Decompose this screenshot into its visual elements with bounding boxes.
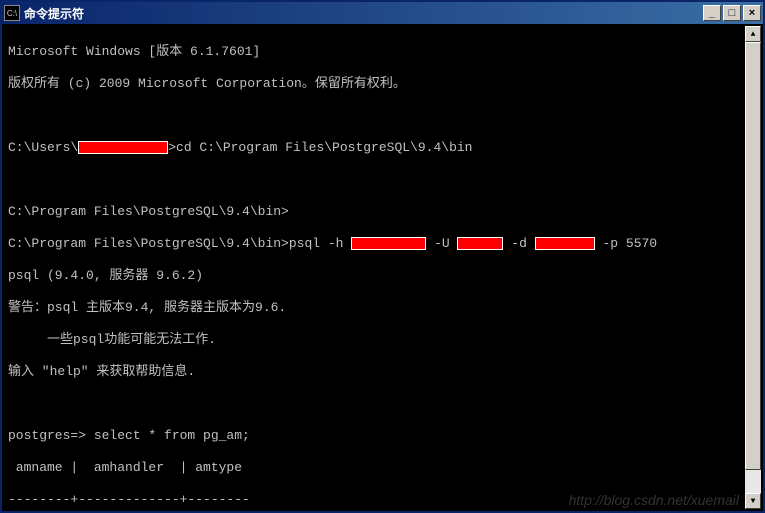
output-line: psql (9.4.0, 服务器 9.6.2)	[8, 268, 757, 284]
scroll-thumb[interactable]	[745, 42, 761, 470]
terminal-output[interactable]: Microsoft Windows [版本 6.1.7601] 版权所有 (c)…	[2, 24, 763, 511]
redacted-db	[535, 237, 595, 250]
command-text: >cd C:\Program Files\PostgreSQL\9.4\bin	[168, 140, 472, 155]
window-title: 命令提示符	[24, 5, 84, 22]
cmd-icon: C:\	[4, 5, 20, 21]
titlebar[interactable]: C:\ 命令提示符 _ □ ×	[2, 2, 763, 24]
maximize-button[interactable]: □	[723, 5, 741, 21]
output-line: 一些psql功能可能无法工作.	[8, 332, 757, 348]
command-text: -d	[503, 236, 534, 251]
prompt-line: C:\Users\ >cd C:\Program Files\PostgreSQL…	[8, 140, 757, 156]
prompt-line: C:\Program Files\PostgreSQL\9.4\bin>	[8, 204, 757, 220]
blank-line	[8, 108, 757, 124]
output-line: 警告：psql 主版本9.4, 服务器主版本为9.6.	[8, 300, 757, 316]
output-line: Microsoft Windows [版本 6.1.7601]	[8, 44, 757, 60]
command-text: C:\Program Files\PostgreSQL\9.4\bin>psql…	[8, 236, 351, 251]
sql-prompt-line: postgres=> select * from pg_am;	[8, 428, 757, 444]
close-button[interactable]: ×	[743, 5, 761, 21]
scroll-down-button[interactable]: ▼	[745, 493, 761, 509]
prompt-line: C:\Program Files\PostgreSQL\9.4\bin>psql…	[8, 236, 757, 252]
redacted-user	[457, 237, 503, 250]
table-header: amname | amhandler | amtype	[8, 460, 757, 476]
watermark-text: http://blog.csdn.net/xuemail	[569, 492, 739, 508]
redacted-host	[351, 237, 426, 250]
scroll-track[interactable]	[745, 42, 761, 493]
output-line: 版权所有 (c) 2009 Microsoft Corporation。保留所有…	[8, 76, 757, 92]
redacted-username	[78, 141, 168, 154]
titlebar-left: C:\ 命令提示符	[4, 5, 84, 22]
minimize-button[interactable]: _	[703, 5, 721, 21]
blank-line	[8, 172, 757, 188]
scroll-up-button[interactable]: ▲	[745, 26, 761, 42]
command-text: -p 5570	[595, 236, 657, 251]
blank-line	[8, 396, 757, 412]
command-prompt-window: C:\ 命令提示符 _ □ × Microsoft Windows [版本 6.…	[0, 0, 765, 513]
command-text: -U	[426, 236, 457, 251]
path-text: C:\Users\	[8, 140, 78, 155]
window-controls: _ □ ×	[703, 5, 761, 21]
vertical-scrollbar[interactable]: ▲ ▼	[745, 26, 761, 509]
output-line: 输入 "help" 来获取帮助信息.	[8, 364, 757, 380]
